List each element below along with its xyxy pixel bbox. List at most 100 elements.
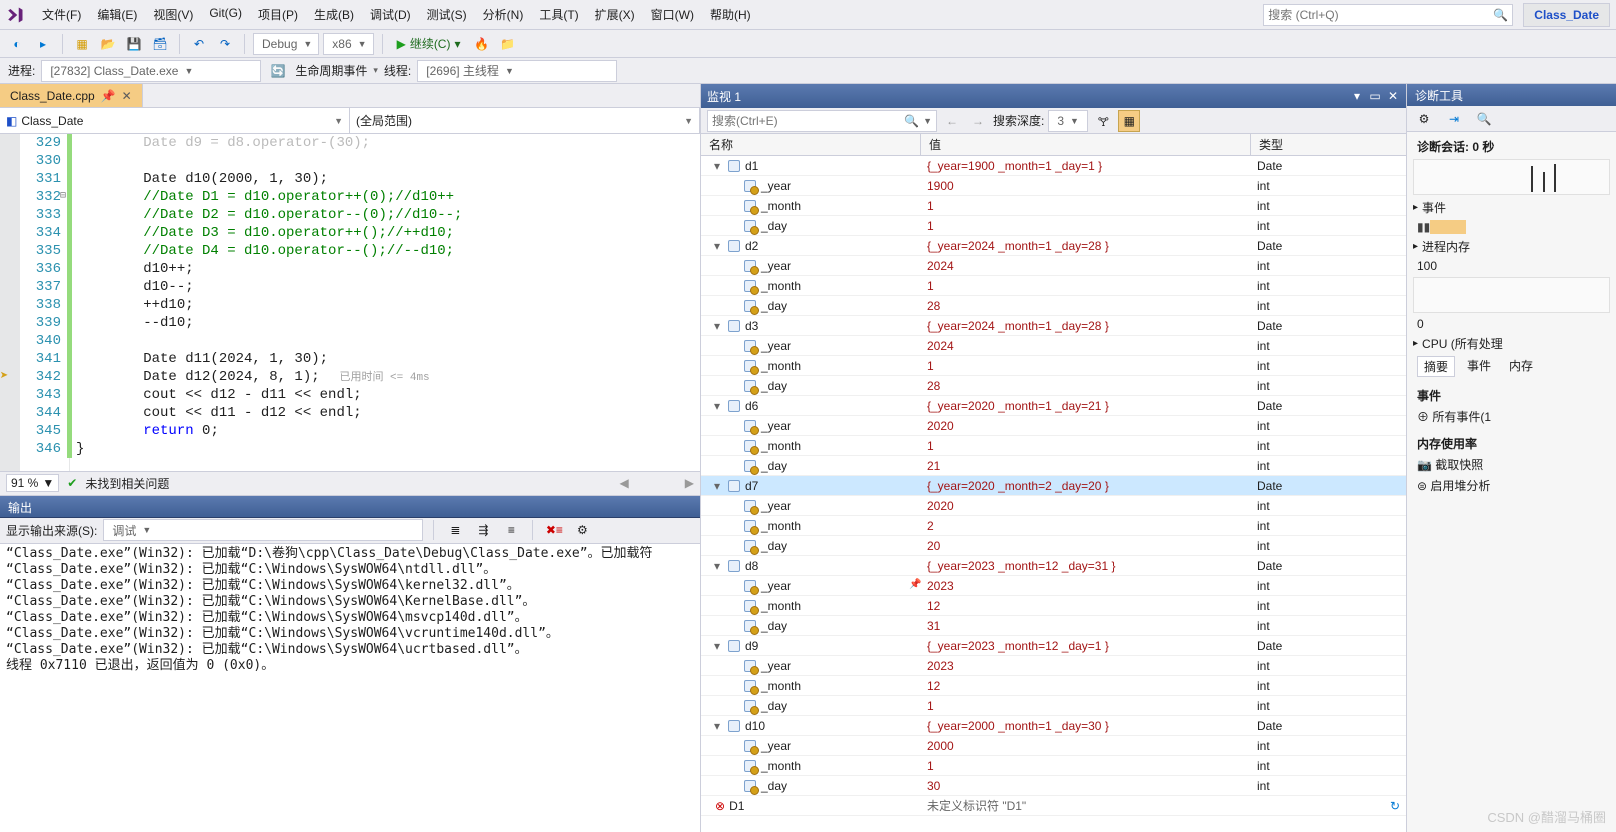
nav-next-icon[interactable]: → (967, 110, 989, 132)
menu-item[interactable]: 扩展(X) (587, 2, 643, 27)
scope-member-dropdown[interactable]: (全局范围)▼ (350, 108, 700, 133)
watch-row[interactable]: _year1900int (701, 176, 1406, 196)
refresh-icon[interactable]: ↻ (1390, 799, 1400, 813)
nav-right-icon[interactable]: ▶ (685, 476, 694, 490)
heap-profiling-link[interactable]: ⊜ 启用堆分析 (1413, 475, 1610, 496)
expand-toggle-icon[interactable]: ▾ (711, 399, 723, 413)
watch-row[interactable]: ▾d9{_year=2023 _month=12 _day=1 }Date (701, 636, 1406, 656)
output-tool-icon[interactable]: ⇶ (472, 519, 494, 541)
col-value[interactable]: 值 (921, 134, 1251, 155)
watch-row[interactable]: ▾d7{_year=2020 _month=2 _day=20 }Date (701, 476, 1406, 496)
watch-row[interactable]: _year2020int (701, 416, 1406, 436)
tab-class-date[interactable]: Class_Date.cpp 📌 ✕ (0, 84, 143, 107)
code-editor[interactable]: ➤ 32933033133233333433533633733833934034… (0, 134, 700, 471)
nav-prev-icon[interactable]: ← (941, 110, 963, 132)
watch-row[interactable]: _month1int (701, 196, 1406, 216)
close-icon[interactable]: ✕ (1386, 89, 1400, 103)
toggle-view-icon[interactable]: ▦ (1118, 110, 1140, 132)
watch-row[interactable]: _year2024int (701, 336, 1406, 356)
watch-search-box[interactable]: 🔍▼ (707, 110, 937, 132)
new-item-button[interactable]: ▦ (71, 33, 93, 55)
watch-row[interactable]: _month12int (701, 676, 1406, 696)
export-icon[interactable]: ⇥ (1443, 108, 1465, 130)
close-icon[interactable]: ✕ (122, 89, 132, 103)
watch-row[interactable]: ▾d1{_year=1900 _month=1 _day=1 }Date (701, 156, 1406, 176)
expand-toggle-icon[interactable]: ▾ (711, 559, 723, 573)
watch-row[interactable]: ▾d3{_year=2024 _month=1 _day=28 }Date (701, 316, 1406, 336)
timeline-graph[interactable] (1413, 159, 1610, 195)
section-events[interactable]: ▸事件 (1413, 197, 1610, 218)
section-cpu[interactable]: ▸CPU (所有处理 (1413, 333, 1610, 354)
watch-row[interactable]: _day1int (701, 216, 1406, 236)
output-settings-icon[interactable]: ⚙ (571, 519, 593, 541)
config-dropdown[interactable]: Debug▼ (253, 33, 319, 55)
folder-button[interactable]: 📁 (497, 33, 519, 55)
memory-graph[interactable] (1413, 277, 1610, 313)
menu-item[interactable]: 视图(V) (145, 2, 201, 27)
tab-events[interactable]: 事件 (1461, 356, 1497, 377)
watch-grid[interactable]: ▾d1{_year=1900 _month=1 _day=1 }Date_yea… (701, 156, 1406, 832)
hot-reload-button[interactable]: 🔥 (471, 33, 493, 55)
menu-item[interactable]: 分析(N) (475, 2, 532, 27)
expand-toggle-icon[interactable]: ▾ (711, 159, 723, 173)
watch-row[interactable]: _month2int (701, 516, 1406, 536)
redo-button[interactable]: ↷ (214, 33, 236, 55)
expand-toggle-icon[interactable]: ▾ (711, 719, 723, 733)
col-type[interactable]: 类型 (1251, 134, 1406, 155)
global-search-box[interactable]: 🔍 (1263, 4, 1513, 26)
expand-toggle-icon[interactable]: ▾ (711, 239, 723, 253)
watch-row[interactable]: _day20int (701, 536, 1406, 556)
watch-search-input[interactable] (712, 114, 900, 128)
watch-row[interactable]: _day30int (701, 776, 1406, 796)
lifecycle-events-icon[interactable]: 🔄 (267, 60, 289, 82)
solution-name[interactable]: Class_Date (1523, 3, 1610, 27)
menu-item[interactable]: Git(G) (201, 2, 250, 27)
save-button[interactable]: 💾 (123, 33, 145, 55)
watch-row[interactable]: _day28int (701, 296, 1406, 316)
output-tool-icon[interactable]: ≡ (500, 519, 522, 541)
all-events-link[interactable]: ⊕ 所有事件(1 (1413, 406, 1610, 427)
watch-row[interactable]: ▾d8{_year=2023 _month=12 _day=31 }Date (701, 556, 1406, 576)
section-proc-mem[interactable]: ▸进程内存 (1413, 236, 1610, 257)
watch-row[interactable]: _year2023int (701, 656, 1406, 676)
watch-error-row[interactable]: ⊗D1未定义标识符 "D1"↻ (701, 796, 1406, 816)
scope-class-dropdown[interactable]: ◧Class_Date▼ (0, 108, 350, 133)
watch-row[interactable]: _day21int (701, 456, 1406, 476)
output-source-dropdown[interactable]: 调试▼ (103, 519, 423, 541)
menu-item[interactable]: 测试(S) (419, 2, 475, 27)
menu-item[interactable]: 帮助(H) (702, 2, 759, 27)
search-depth-dropdown[interactable]: 3▼ (1048, 110, 1088, 132)
zoom-icon[interactable]: 🔍 (1473, 108, 1495, 130)
watch-row[interactable]: _day1int (701, 696, 1406, 716)
watch-row[interactable]: _year📌 2023int (701, 576, 1406, 596)
menu-item[interactable]: 工具(T) (531, 2, 586, 27)
gear-icon[interactable]: ⚙ (1413, 108, 1435, 130)
tab-memory[interactable]: 内存 (1503, 356, 1539, 377)
watch-row[interactable]: _year2020int (701, 496, 1406, 516)
open-file-button[interactable]: 📂 (97, 33, 119, 55)
watch-row[interactable]: ▾d10{_year=2000 _month=1 _day=30 }Date (701, 716, 1406, 736)
clear-output-icon[interactable]: ✖≡ (543, 519, 565, 541)
watch-row[interactable]: _month12int (701, 596, 1406, 616)
watch-row[interactable]: _year2024int (701, 256, 1406, 276)
forward-button[interactable]: ▸ (32, 33, 54, 55)
watch-row[interactable]: ▾d2{_year=2024 _month=1 _day=28 }Date (701, 236, 1406, 256)
process-dropdown[interactable]: [27832] Class_Date.exe▼ (41, 60, 261, 82)
menu-item[interactable]: 文件(F) (34, 2, 89, 27)
zoom-dropdown[interactable]: 91 %▼ (6, 474, 59, 492)
col-name[interactable]: 名称 (701, 134, 921, 155)
watch-row[interactable]: _day31int (701, 616, 1406, 636)
watch-row[interactable]: ▾d6{_year=2020 _month=1 _day=21 }Date (701, 396, 1406, 416)
watch-row[interactable]: _month1int (701, 436, 1406, 456)
watch-row[interactable]: _month1int (701, 756, 1406, 776)
menu-item[interactable]: 编辑(E) (89, 2, 145, 27)
global-search-input[interactable] (1268, 8, 1493, 22)
platform-dropdown[interactable]: x86▼ (323, 33, 373, 55)
watch-row[interactable]: _year2000int (701, 736, 1406, 756)
menu-item[interactable]: 调试(D) (362, 2, 419, 27)
window-menu-icon[interactable]: ▾ (1350, 89, 1364, 103)
nav-left-icon[interactable]: ◀ (620, 476, 629, 490)
pin-icon[interactable]: 📌 (101, 89, 116, 103)
maximize-icon[interactable]: ▭ (1368, 89, 1382, 103)
menu-item[interactable]: 项目(P) (250, 2, 306, 27)
